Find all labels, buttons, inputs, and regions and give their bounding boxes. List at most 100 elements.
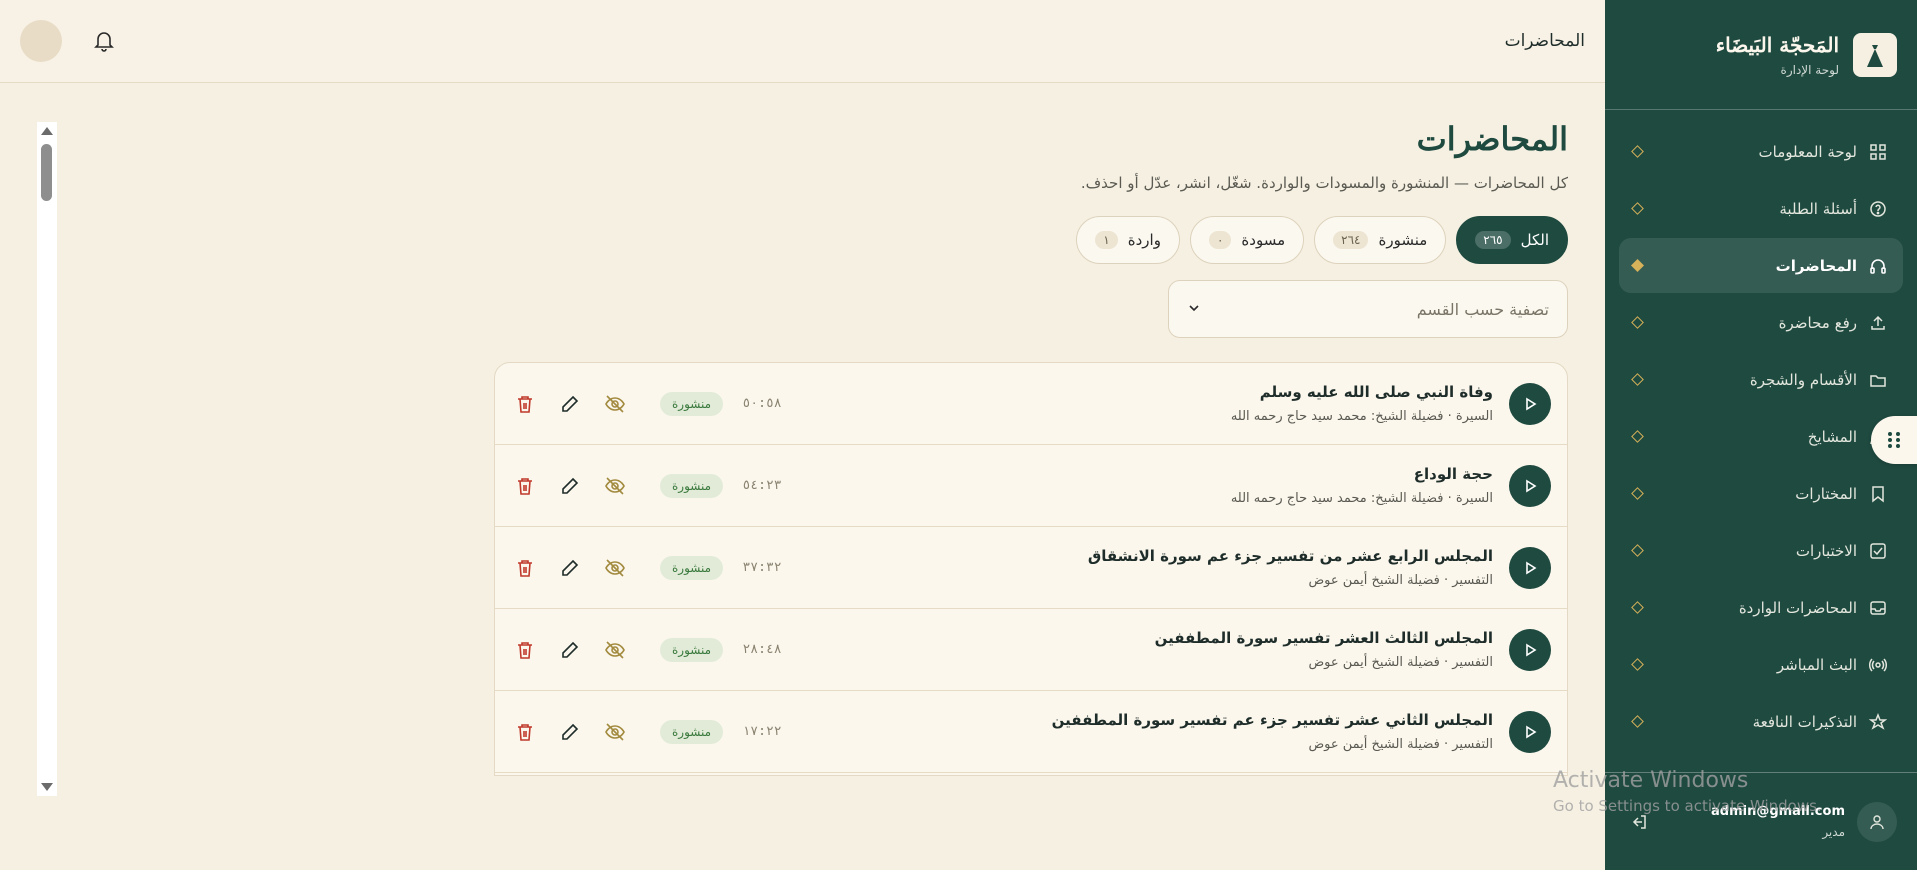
- play-button[interactable]: [1509, 382, 1551, 425]
- lecture-duration: ٥٠:٥٨: [742, 396, 782, 411]
- brand-subtitle: لوحة الإدارة: [1780, 62, 1839, 77]
- user-icon: [1857, 801, 1897, 842]
- scroll-down-arrow-icon[interactable]: [41, 783, 53, 791]
- delete-trash-icon[interactable]: [511, 636, 539, 664]
- scroll-up-arrow-icon[interactable]: [41, 127, 53, 135]
- filter-published[interactable]: منشورة ٢٦٤: [1314, 216, 1447, 264]
- filter-count: ٢٦٥: [1475, 231, 1511, 249]
- lecture-row: حجة الوداع السيرة · فضيلة الشيخ: محمد سي…: [495, 445, 1567, 527]
- brand-logo: [1853, 32, 1897, 77]
- lecture-row: المجلس الرابع عشر من تفسير جزء عم سورة ا…: [495, 527, 1567, 609]
- sidebar-item-favorites[interactable]: المختارات: [1619, 466, 1903, 521]
- sidebar-item-label: رفع محاضرة: [1778, 313, 1857, 332]
- inbox-icon: [1867, 597, 1889, 619]
- scrollbar-thumb[interactable]: [41, 144, 52, 201]
- delete-trash-icon[interactable]: [511, 472, 539, 500]
- upload-icon: [1867, 312, 1889, 334]
- lecture-row: وفاة النبي صلى الله عليه وسلم السيرة · ف…: [495, 363, 1567, 445]
- lecture-title: حجة الوداع: [1413, 465, 1493, 483]
- scrollbar[interactable]: [37, 122, 57, 796]
- sidebar-item-incoming[interactable]: المحاضرات الواردة: [1619, 580, 1903, 635]
- logout-icon[interactable]: [1625, 808, 1653, 836]
- sidebar: المَحجّة البَيضَاء لوحة الإدارة لوحة الم…: [1605, 0, 1917, 870]
- sidebar-item-label: المحاضرات الواردة: [1738, 598, 1857, 617]
- status-badge: منشورة: [660, 637, 724, 662]
- sidebar-item-upload[interactable]: رفع محاضرة: [1619, 295, 1903, 350]
- sidebar-item-lectures[interactable]: المحاضرات: [1619, 238, 1903, 293]
- play-icon: [1526, 479, 1537, 492]
- lecture-meta: السيرة · فضيلة الشيخ: محمد سيد حاج رحمه …: [1230, 409, 1493, 424]
- delete-trash-icon[interactable]: [511, 390, 539, 418]
- sidebar-item-label: البث المباشر: [1776, 655, 1857, 674]
- sidebar-item-sheikhs[interactable]: المشايخ: [1619, 409, 1903, 464]
- bell-icon[interactable]: [88, 25, 120, 57]
- sidebar-item-quizzes[interactable]: الاختبارات: [1619, 523, 1903, 578]
- play-icon: [1526, 561, 1537, 574]
- status-badge: منشورة: [660, 555, 724, 580]
- lecture-duration: ٢٨:٤٨: [742, 642, 782, 657]
- headphones-icon: [1867, 255, 1889, 277]
- lecture-meta: التفسير · فضيلة الشيخ أيمن عوض: [1308, 573, 1493, 588]
- lecture-meta: السيرة · فضيلة الشيخ: محمد سيد حاج رحمه …: [1230, 491, 1493, 506]
- play-button[interactable]: [1509, 546, 1551, 589]
- page-title: المحاضرات: [1416, 120, 1568, 158]
- sidebar-item-label: المشايخ: [1807, 427, 1857, 446]
- lecture-title: وفاة النبي صلى الله عليه وسلم: [1259, 383, 1493, 401]
- filter-all[interactable]: الكل ٢٦٥: [1456, 216, 1568, 264]
- category-filter-select[interactable]: تصفية حسب القسم: [1168, 280, 1568, 338]
- unpublish-eye-off-icon[interactable]: [601, 390, 629, 418]
- lecture-title: المجلس الرابع عشر من تفسير جزء عم سورة ا…: [1087, 547, 1493, 565]
- sidebar-footer: admin@gmail.com مدير: [1605, 772, 1917, 870]
- edit-pencil-icon[interactable]: [556, 636, 584, 664]
- drag-dots-icon: [1888, 432, 1900, 448]
- edit-pencil-icon[interactable]: [556, 718, 584, 746]
- main-content: المحاضرات كل المحاضرات — المنشورة والمسو…: [494, 120, 1568, 776]
- lecture-row: المجلس الثالث العشر تفسير سورة المطففين …: [495, 609, 1567, 691]
- lecture-duration: ٣٧:٣٢: [742, 560, 782, 575]
- filter-incoming[interactable]: واردة ١: [1076, 216, 1180, 264]
- drag-handle[interactable]: [1871, 416, 1917, 464]
- edit-pencil-icon[interactable]: [556, 472, 584, 500]
- unpublish-eye-off-icon[interactable]: [601, 554, 629, 582]
- check-square-icon: [1867, 540, 1889, 562]
- sidebar-nav: لوحة المعلومات أسئلة الطلبة المحاضرات رف…: [1605, 110, 1917, 749]
- brand: المَحجّة البَيضَاء لوحة الإدارة: [1605, 0, 1917, 110]
- lecture-row: المجلس الثاني عشر تفسير جزء عم تفسير سور…: [495, 691, 1567, 773]
- unpublish-eye-off-icon[interactable]: [601, 636, 629, 664]
- lecture-title: المجلس الثاني عشر تفسير جزء عم تفسير سور…: [1051, 711, 1493, 729]
- sidebar-item-label: لوحة المعلومات: [1758, 142, 1858, 161]
- unpublish-eye-off-icon[interactable]: [601, 718, 629, 746]
- play-button[interactable]: [1509, 628, 1551, 671]
- sidebar-item-label: الأقسام والشجرة: [1749, 370, 1857, 389]
- question-circle-icon: [1867, 198, 1889, 220]
- play-button[interactable]: [1509, 710, 1551, 753]
- lecture-title: المجلس الثالث العشر تفسير سورة المطففين: [1154, 629, 1493, 647]
- topbar-title: المحاضرات: [1504, 31, 1585, 51]
- lectures-list: وفاة النبي صلى الله عليه وسلم السيرة · ف…: [494, 362, 1568, 776]
- sidebar-item-categories[interactable]: الأقسام والشجرة: [1619, 352, 1903, 407]
- filter-draft[interactable]: مسودة ٠: [1189, 216, 1305, 264]
- filter-label: مسودة: [1241, 231, 1286, 249]
- broadcast-icon: [1867, 654, 1889, 676]
- edit-pencil-icon[interactable]: [556, 390, 584, 418]
- unpublish-eye-off-icon[interactable]: [601, 472, 629, 500]
- sidebar-item-dashboard[interactable]: لوحة المعلومات: [1619, 124, 1903, 179]
- lecture-meta: التفسير · فضيلة الشيخ أيمن عوض: [1308, 655, 1493, 670]
- sidebar-item-live[interactable]: البث المباشر: [1619, 637, 1903, 692]
- delete-trash-icon[interactable]: [511, 718, 539, 746]
- sidebar-item-label: أسئلة الطلبة: [1779, 199, 1857, 218]
- edit-pencil-icon[interactable]: [556, 554, 584, 582]
- sidebar-item-reminders[interactable]: التذكيرات النافعة: [1619, 694, 1903, 749]
- star-icon: [1867, 711, 1889, 733]
- play-button[interactable]: [1509, 464, 1551, 507]
- filter-label: الكل: [1520, 231, 1549, 249]
- folder-icon: [1867, 369, 1889, 391]
- status-badge: منشورة: [660, 473, 724, 498]
- user-email: admin@gmail.com: [1711, 804, 1845, 819]
- grid-icon: [1867, 141, 1889, 163]
- status-badge: منشورة: [660, 719, 724, 744]
- filter-label: واردة: [1127, 231, 1161, 249]
- sidebar-item-questions[interactable]: أسئلة الطلبة: [1619, 181, 1903, 236]
- delete-trash-icon[interactable]: [511, 554, 539, 582]
- user-avatar[interactable]: [20, 20, 62, 62]
